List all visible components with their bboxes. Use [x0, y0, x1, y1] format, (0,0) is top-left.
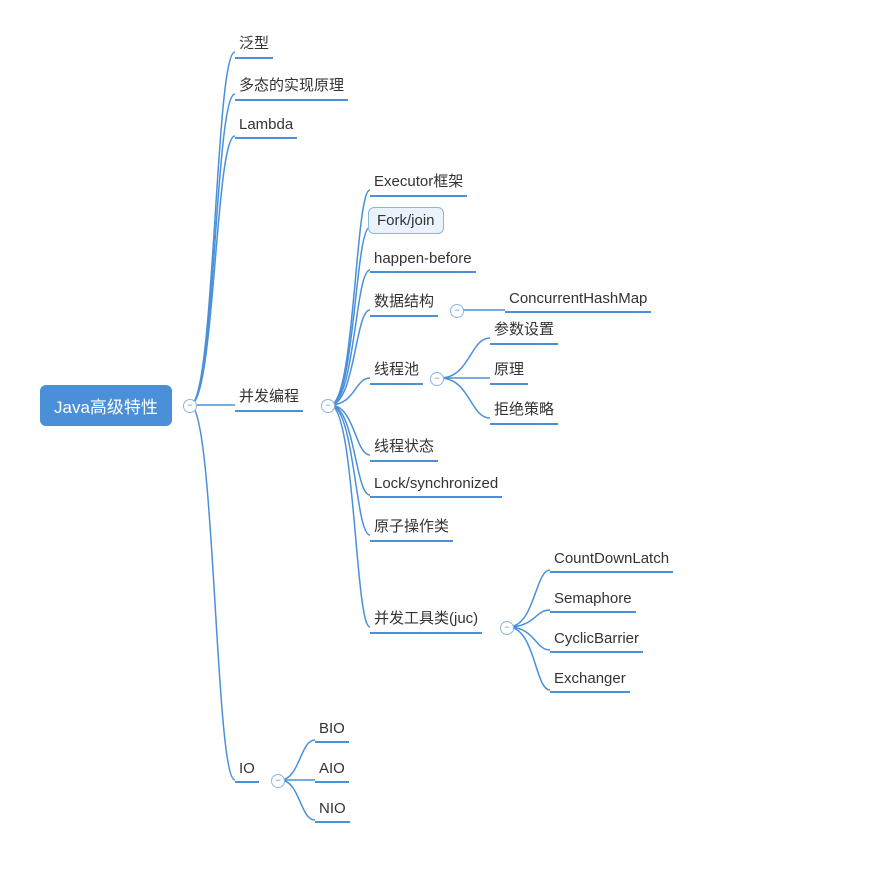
- label-atomic: 原子操作类: [374, 518, 449, 535]
- node-atomic[interactable]: 原子操作类: [370, 513, 453, 542]
- label-juc: 并发工具类(juc): [374, 610, 478, 627]
- node-nio[interactable]: NIO: [315, 798, 350, 823]
- mindmap-canvas: Java高级特性 − 泛型 多态的实现原理 Lambda 并发编程 − IO −…: [0, 0, 880, 869]
- toggle-juc[interactable]: −: [500, 621, 514, 635]
- label-cb: CyclicBarrier: [554, 630, 639, 647]
- node-concurrency[interactable]: 并发编程: [235, 383, 303, 412]
- connector-lines: [0, 0, 880, 869]
- label-nio: NIO: [319, 800, 346, 817]
- node-threadstate[interactable]: 线程状态: [370, 433, 438, 462]
- label-bio: BIO: [319, 720, 345, 737]
- label-aio: AIO: [319, 760, 345, 777]
- label-chashmap: ConcurrentHashMap: [509, 290, 647, 307]
- node-ex[interactable]: Exchanger: [550, 668, 630, 693]
- node-cdl[interactable]: CountDownLatch: [550, 548, 673, 573]
- node-bio[interactable]: BIO: [315, 718, 349, 743]
- label-threadpool: 线程池: [374, 361, 419, 378]
- label-tp-reject: 拒绝策略: [494, 401, 554, 418]
- label-happenbefore: happen-before: [374, 250, 472, 267]
- label-cdl: CountDownLatch: [554, 550, 669, 567]
- label-sem: Semaphore: [554, 590, 632, 607]
- node-happenbefore[interactable]: happen-before: [370, 248, 476, 273]
- toggle-io[interactable]: −: [271, 774, 285, 788]
- node-tp-params[interactable]: 参数设置: [490, 316, 558, 345]
- node-chashmap[interactable]: ConcurrentHashMap: [505, 288, 651, 313]
- root-label: Java高级特性: [54, 398, 158, 417]
- toggle-datastruct[interactable]: −: [450, 304, 464, 318]
- label-tp-principle: 原理: [494, 361, 524, 378]
- label-lambda: Lambda: [239, 116, 293, 133]
- node-sem[interactable]: Semaphore: [550, 588, 636, 613]
- node-generics[interactable]: 泛型: [235, 30, 273, 59]
- label-concurrency: 并发编程: [239, 388, 299, 405]
- node-lambda[interactable]: Lambda: [235, 114, 297, 139]
- root-node[interactable]: Java高级特性: [40, 385, 172, 426]
- node-locksync[interactable]: Lock/synchronized: [370, 473, 502, 498]
- label-forkjoin: Fork/join: [377, 212, 435, 229]
- label-generics: 泛型: [239, 35, 269, 52]
- label-tp-params: 参数设置: [494, 321, 554, 338]
- label-polymorphism: 多态的实现原理: [239, 77, 344, 94]
- node-forkjoin[interactable]: Fork/join: [368, 207, 444, 234]
- label-threadstate: 线程状态: [374, 438, 434, 455]
- node-aio[interactable]: AIO: [315, 758, 349, 783]
- node-polymorphism[interactable]: 多态的实现原理: [235, 72, 348, 101]
- node-cb[interactable]: CyclicBarrier: [550, 628, 643, 653]
- toggle-concurrency[interactable]: −: [321, 399, 335, 413]
- node-juc[interactable]: 并发工具类(juc): [370, 605, 482, 634]
- node-tp-reject[interactable]: 拒绝策略: [490, 396, 558, 425]
- label-executor: Executor框架: [374, 173, 463, 190]
- label-locksync: Lock/synchronized: [374, 475, 498, 492]
- node-datastruct[interactable]: 数据结构: [370, 288, 438, 317]
- node-io[interactable]: IO: [235, 758, 259, 783]
- label-datastruct: 数据结构: [374, 293, 434, 310]
- label-ex: Exchanger: [554, 670, 626, 687]
- node-threadpool[interactable]: 线程池: [370, 356, 423, 385]
- node-tp-principle[interactable]: 原理: [490, 356, 528, 385]
- node-executor[interactable]: Executor框架: [370, 168, 467, 197]
- label-io: IO: [239, 760, 255, 777]
- toggle-threadpool[interactable]: −: [430, 372, 444, 386]
- toggle-root[interactable]: −: [183, 399, 197, 413]
